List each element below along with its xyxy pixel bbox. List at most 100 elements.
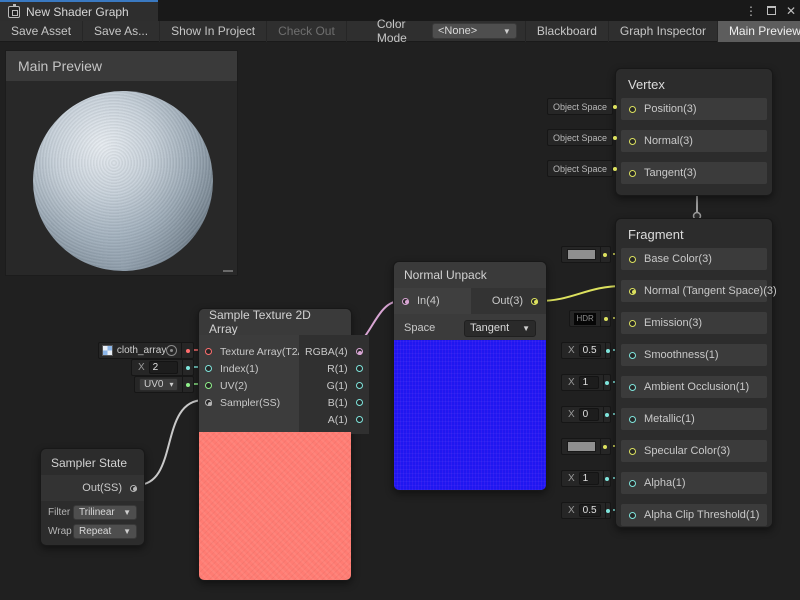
port-sampler-icon[interactable] <box>205 399 212 406</box>
slot-out[interactable]: Out(3) <box>471 288 546 314</box>
chevron-down-icon: ▾ <box>169 380 173 389</box>
show-in-project-button[interactable]: Show In Project <box>160 21 267 42</box>
main-preview-header[interactable]: Main Preview <box>6 51 237 81</box>
maximize-icon[interactable] <box>767 6 776 15</box>
slot-base-color[interactable]: Base Color(3) <box>621 248 767 270</box>
alpha-clip-value-widget[interactable]: X 0.5 <box>561 502 611 519</box>
slot-index[interactable]: Index(1) <box>199 360 299 377</box>
slot-g[interactable]: G(1) <box>299 377 369 394</box>
port-in4-icon[interactable] <box>402 298 409 305</box>
port-texture-array-icon[interactable] <box>205 348 212 355</box>
main-preview-toggle[interactable]: Main Preview <box>718 21 800 42</box>
port-alpha-clip-icon[interactable] <box>629 512 636 519</box>
port-smoothness-icon[interactable] <box>629 352 636 359</box>
normal-map-preview[interactable] <box>394 340 546 490</box>
hdr-swatch[interactable]: HDR <box>574 313 596 325</box>
ambient-occlusion-value-widget[interactable]: X 1 <box>561 374 611 391</box>
slot-alpha[interactable]: Alpha(1) <box>621 472 767 494</box>
port-tangent-icon[interactable] <box>629 170 636 177</box>
resize-handle[interactable] <box>223 270 233 272</box>
slot-a[interactable]: A(1) <box>299 411 369 428</box>
number-field[interactable]: 1 <box>579 376 599 389</box>
object-picker-icon[interactable] <box>166 345 177 356</box>
node-title-label: Sample Texture 2D Array <box>209 308 341 336</box>
number-field[interactable]: 0 <box>579 408 599 421</box>
sampler-state-node[interactable]: Sampler State Out(SS) Filter Trilinear ▼… <box>40 448 145 546</box>
port-g-icon[interactable] <box>356 382 363 389</box>
wrap-dropdown[interactable]: Repeat ▼ <box>73 524 137 539</box>
save-asset-button[interactable]: Save Asset <box>0 21 83 42</box>
port-position-icon[interactable] <box>629 106 636 113</box>
metallic-value-widget[interactable]: X 0 <box>561 406 611 423</box>
kebab-menu-icon[interactable]: ⋮ <box>745 4 757 18</box>
slot-position[interactable]: Position(3) <box>621 98 767 120</box>
port-ao-icon[interactable] <box>629 384 636 391</box>
normal-unpack-node[interactable]: Normal Unpack In(4) Out(3) Space Tangent… <box>393 261 547 491</box>
number-field[interactable]: 1 <box>579 472 599 485</box>
slot-emission[interactable]: Emission(3) <box>621 312 767 334</box>
smoothness-value-widget[interactable]: X 0.5 <box>561 342 611 359</box>
slot-normal-tangent-space[interactable]: Normal (Tangent Space)(3) <box>621 280 767 302</box>
color-swatch[interactable] <box>567 249 596 260</box>
space-dropdown[interactable]: Tangent ▼ <box>464 320 536 337</box>
port-normal-ts-icon[interactable] <box>629 288 636 295</box>
port-out3-icon[interactable] <box>531 298 538 305</box>
port-index-icon[interactable] <box>205 365 212 372</box>
port-a-icon[interactable] <box>356 416 363 423</box>
uv-dropdown[interactable]: UV0 ▾ <box>139 378 178 391</box>
number-field[interactable]: 0.5 <box>579 344 601 357</box>
close-icon[interactable]: ✕ <box>786 4 796 18</box>
port-alpha-icon[interactable] <box>629 480 636 487</box>
slot-in[interactable]: In(4) <box>394 288 471 314</box>
port-metallic-icon[interactable] <box>629 416 636 423</box>
slot-sampler[interactable]: Sampler(SS) <box>199 394 299 411</box>
slot-texture-array[interactable]: Texture Array(T2A) <box>199 343 299 360</box>
filter-dropdown[interactable]: Trilinear ▼ <box>73 505 137 520</box>
specular-color-swatch-widget[interactable] <box>561 438 611 455</box>
port-out-ss-icon[interactable] <box>130 485 137 492</box>
port-r-icon[interactable] <box>356 365 363 372</box>
slot-normal[interactable]: Normal(3) <box>621 130 767 152</box>
slot-out-ss[interactable]: Out(SS) <box>41 475 144 501</box>
port-specular-icon[interactable] <box>629 448 636 455</box>
alpha-value-widget[interactable]: X 1 <box>561 470 611 487</box>
color-mode-dropdown[interactable]: <None> ▼ <box>432 23 517 39</box>
port-b-icon[interactable] <box>356 399 363 406</box>
port-base-color-icon[interactable] <box>629 256 636 263</box>
uv-channel-widget[interactable]: UV0 ▾ <box>134 376 194 393</box>
port-normal-icon[interactable] <box>629 138 636 145</box>
slot-smoothness[interactable]: Smoothness(1) <box>621 344 767 366</box>
port-uv-icon[interactable] <box>205 382 212 389</box>
slot-ambient-occlusion[interactable]: Ambient Occlusion(1) <box>621 376 767 398</box>
slot-rgba[interactable]: RGBA(4) <box>299 343 369 360</box>
index-value-widget[interactable]: X 2 <box>131 359 194 376</box>
fragment-node[interactable]: Fragment Base Color(3) Normal (Tangent S… <box>615 218 773 528</box>
slot-specular-color[interactable]: Specular Color(3) <box>621 440 767 462</box>
vertex-node[interactable]: Vertex Position(3) Normal(3) Tangent(3) <box>615 68 773 196</box>
blackboard-toggle[interactable]: Blackboard <box>525 21 609 42</box>
slot-uv[interactable]: UV(2) <box>199 377 299 394</box>
color-swatch[interactable] <box>567 441 596 452</box>
slot-tangent[interactable]: Tangent(3) <box>621 162 767 184</box>
port-emission-icon[interactable] <box>629 320 636 327</box>
cloth-texture-preview[interactable] <box>199 432 351 580</box>
base-color-swatch-widget[interactable] <box>561 246 611 263</box>
texture-array-field-widget[interactable]: cloth_array <box>98 342 194 359</box>
number-field[interactable]: 0.5 <box>579 504 601 517</box>
slot-alpha-clip-threshold[interactable]: Alpha Clip Threshold(1) <box>621 504 767 526</box>
output-slots-column: RGBA(4) R(1) G(1) B(1) A(1) <box>299 335 369 434</box>
object-space-binding[interactable]: Object Space <box>547 160 613 177</box>
object-space-binding[interactable]: Object Space <box>547 98 613 115</box>
save-as-button[interactable]: Save As... <box>83 21 160 42</box>
material-preview-sphere[interactable] <box>33 91 213 271</box>
graph-inspector-toggle[interactable]: Graph Inspector <box>609 21 718 42</box>
port-rgba-icon[interactable] <box>356 348 363 355</box>
number-field[interactable]: 2 <box>149 361 178 374</box>
object-space-binding[interactable]: Object Space <box>547 129 613 146</box>
slot-metallic[interactable]: Metallic(1) <box>621 408 767 430</box>
sample-texture-2d-array-node[interactable]: Sample Texture 2D Array Texture Array(T2… <box>198 308 352 581</box>
slot-b[interactable]: B(1) <box>299 394 369 411</box>
tab-new-shader-graph[interactable]: New Shader Graph <box>0 0 158 21</box>
slot-r[interactable]: R(1) <box>299 360 369 377</box>
emission-hdr-widget[interactable]: HDR <box>569 310 611 327</box>
